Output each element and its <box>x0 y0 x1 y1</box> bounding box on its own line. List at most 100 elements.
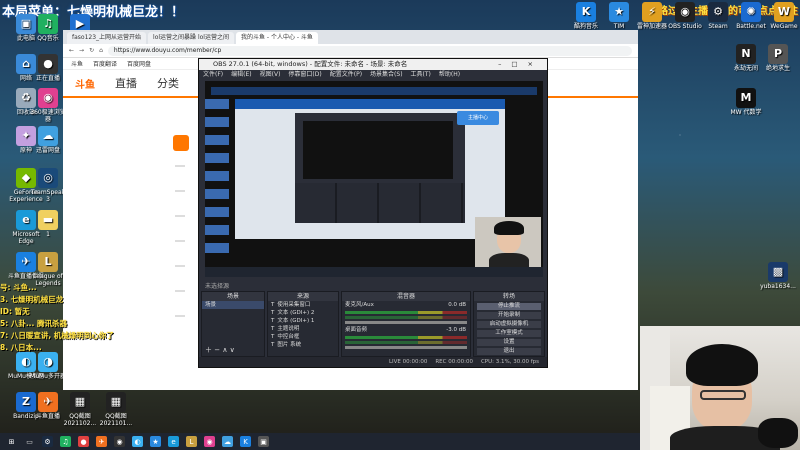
desktop-icon-label: QQ截图 2021102... <box>63 413 97 427</box>
desktop-icon-label: TeamSpeak 3 <box>30 189 66 203</box>
reload-icon[interactable]: ↻ <box>89 47 94 54</box>
browser-tab[interactable]: lol运营之间暴躁 lol运营之间 <box>148 32 234 44</box>
app-taskbar-icon[interactable]: ● <box>78 436 89 447</box>
control-list: 停止推流开始录制启动虚拟摄像机 工作室模式设置退出 <box>474 303 544 355</box>
obs-control-button[interactable]: 开始录制 <box>477 312 541 319</box>
source-item[interactable]: T 文本 (GDI+) 2 <box>268 309 338 317</box>
menu-profile[interactable]: 配置文件(P) <box>330 70 362 80</box>
nav-live[interactable]: 直播 <box>115 75 137 91</box>
desktop-icon-label: 360极速浏览器 <box>30 109 66 123</box>
preview-webcam <box>475 217 541 271</box>
mw-shortcut[interactable]: M MW 代数学 <box>726 88 766 117</box>
volume-meter <box>345 341 467 344</box>
window-controls[interactable]: –□× <box>498 59 543 70</box>
folder-shortcut[interactable]: ▬ 1 <box>28 210 68 239</box>
bookmark-item[interactable]: 百度翻译 <box>93 59 117 68</box>
cloud-shortcut[interactable]: ☁ 迅雷网盘 <box>28 126 68 155</box>
pubg-shortcut[interactable]: P 绝地求生 <box>758 44 798 73</box>
app-taskbar-icon-2[interactable]: ▣ <box>258 436 269 447</box>
chat-message: 5: 八卦... 腾讯杀器 <box>0 319 67 328</box>
source-item[interactable]: T 主题说明 <box>268 325 338 333</box>
desktop-icon-label: 正在直播 <box>35 75 60 82</box>
menu-help[interactable]: 帮助(H) <box>439 70 460 80</box>
browser-360-taskbar-icon[interactable]: ◉ <box>204 436 215 447</box>
url-input[interactable]: https://www.douyu.com/member/cp <box>107 45 632 56</box>
bookmark-item[interactable]: 斗鱼 <box>71 59 83 68</box>
source-item[interactable]: T 图片 系统 <box>268 341 338 349</box>
taskbar: ⊞ ▭ ⚙ ♫ ● ✈ ◉ ◐ ★ e L ◉ ☁ K ▣ <box>0 433 640 450</box>
obs-menu-bar: 文件(F) 编辑(E) 视图(V) 停靠窗口(D) 配置文件(P) 场景集合(S… <box>199 70 547 80</box>
preview-taskbar <box>205 267 543 277</box>
browser-tab[interactable]: faso123_上网从运营开始 <box>67 32 147 44</box>
menu-scene-collection[interactable]: 场景集合(S) <box>370 70 403 80</box>
source-item[interactable]: T 使用采集窗口 <box>268 301 338 309</box>
wegame-shortcut[interactable]: W WeGame <box>764 2 800 31</box>
chat-message: 7: 八日暖宣讲, 机械燥明到心你了 <box>0 331 114 340</box>
obs-control-button[interactable]: 停止推流 <box>477 303 541 310</box>
lol-taskbar-icon[interactable]: L <box>186 436 197 447</box>
kugou-taskbar-icon[interactable]: K <box>240 436 251 447</box>
obs-control-button[interactable]: 设置 <box>477 339 541 346</box>
steam-taskbar-icon[interactable]: ⚙ <box>42 436 53 447</box>
text-source-icon: T <box>271 302 275 308</box>
volume-slider[interactable] <box>345 321 467 324</box>
browser-360-shortcut[interactable]: ◉ 360极速浏览器 <box>28 88 68 124</box>
screenshot-shortcut[interactable]: ▦ QQ截图 2021101... <box>96 392 136 428</box>
chat-message: 3. 七燥明机械巨龙 <box>0 295 64 304</box>
obs-preview[interactable]: 主播中心 <box>205 81 543 277</box>
teamspeak-shortcut[interactable]: ◎ TeamSpeak 3 <box>28 168 68 204</box>
menu-edit[interactable]: 编辑(E) <box>231 70 251 80</box>
preview-desktop-icons <box>205 99 229 259</box>
nav-category[interactable]: 分类 <box>157 75 179 91</box>
cloud-taskbar-icon[interactable]: ☁ <box>222 436 233 447</box>
mixer-channel-name: 桌面音频 <box>345 327 368 333</box>
nested-docks <box>295 183 465 223</box>
obs-control-button[interactable]: 工作室模式 <box>477 330 541 337</box>
lol-icon: L <box>38 252 58 272</box>
task-view-icon[interactable]: ▭ <box>24 436 35 447</box>
bookmark-item[interactable]: 百度网盘 <box>127 59 151 68</box>
desktop-icon-label: 绝地求生 <box>765 65 790 72</box>
menu-view[interactable]: 视图(V) <box>260 70 281 80</box>
glasses <box>700 390 746 400</box>
tim-taskbar-icon[interactable]: ★ <box>150 436 161 447</box>
windows-start-icon[interactable]: ⊞ <box>6 436 17 447</box>
forward-icon[interactable]: → <box>79 47 84 54</box>
obs-control-button[interactable]: 启动虚拟摄像机 <box>477 321 541 328</box>
menu-tools[interactable]: 工具(T) <box>411 70 431 80</box>
menu-file[interactable]: 文件(F) <box>203 70 223 80</box>
qq-music-icon: ♫ <box>38 14 58 34</box>
qqmusic-taskbar-icon[interactable]: ♫ <box>60 436 71 447</box>
browser-address-bar: ← → ↻ ⌂ https://www.douyu.com/member/cp <box>63 44 638 58</box>
obs-taskbar-icon[interactable]: ◉ <box>114 436 125 447</box>
volume-slider[interactable] <box>345 346 467 349</box>
source-item[interactable]: T 中控台框 <box>268 333 338 341</box>
preview-button: 主播中心 <box>457 111 499 125</box>
battlenet-icon: ✺ <box>741 2 761 22</box>
obs-control-button[interactable]: 退出 <box>477 348 541 355</box>
menu-dock[interactable]: 停靠窗口(D) <box>288 70 321 80</box>
mumu-taskbar-icon[interactable]: ◐ <box>132 436 143 447</box>
scene-add-icon[interactable]: ＋ − ∧ ∨ <box>205 345 235 355</box>
douyu-logo[interactable]: 斗鱼 <box>75 76 95 91</box>
preview-nested-obs <box>295 113 465 223</box>
preview-top-overlay <box>211 87 537 95</box>
scenes-dock-title: 场景 <box>202 292 264 301</box>
douyu-taskbar-icon[interactable]: ✈ <box>96 436 107 447</box>
back-icon[interactable]: ← <box>69 47 74 54</box>
live-shortcut[interactable]: ● 正在直播 <box>28 54 68 83</box>
desktop-icon-label: yuba1634... <box>760 283 796 290</box>
screenshot-shortcut[interactable]: ▦ QQ截图 2021102... <box>60 392 100 428</box>
controls-dock: 转场 停止推流 开始录制 启动虚拟摄像机 工作室模式 设置 退出 <box>473 291 545 357</box>
page-menu-icon[interactable] <box>173 135 189 151</box>
mixer-dock-title: 混音器 <box>342 292 470 301</box>
image-file-shortcut[interactable]: ▩ yuba1634... <box>758 262 798 291</box>
browser-tab-active[interactable]: 我的斗鱼 - 个人中心 - 斗鱼 <box>235 32 318 44</box>
edge-taskbar-icon[interactable]: e <box>168 436 179 447</box>
live-icon: ● <box>38 54 58 74</box>
scene-item[interactable]: 场景 <box>202 301 264 309</box>
home-icon[interactable]: ⌂ <box>99 47 103 54</box>
scenes-dock: 场景 场景 ＋ − ∧ ∨ <box>201 291 265 357</box>
mumu-multi-shortcut[interactable]: ◑ MuMu多开器 <box>28 352 68 381</box>
source-item[interactable]: T 文本 (GDI+) 1 <box>268 317 338 325</box>
